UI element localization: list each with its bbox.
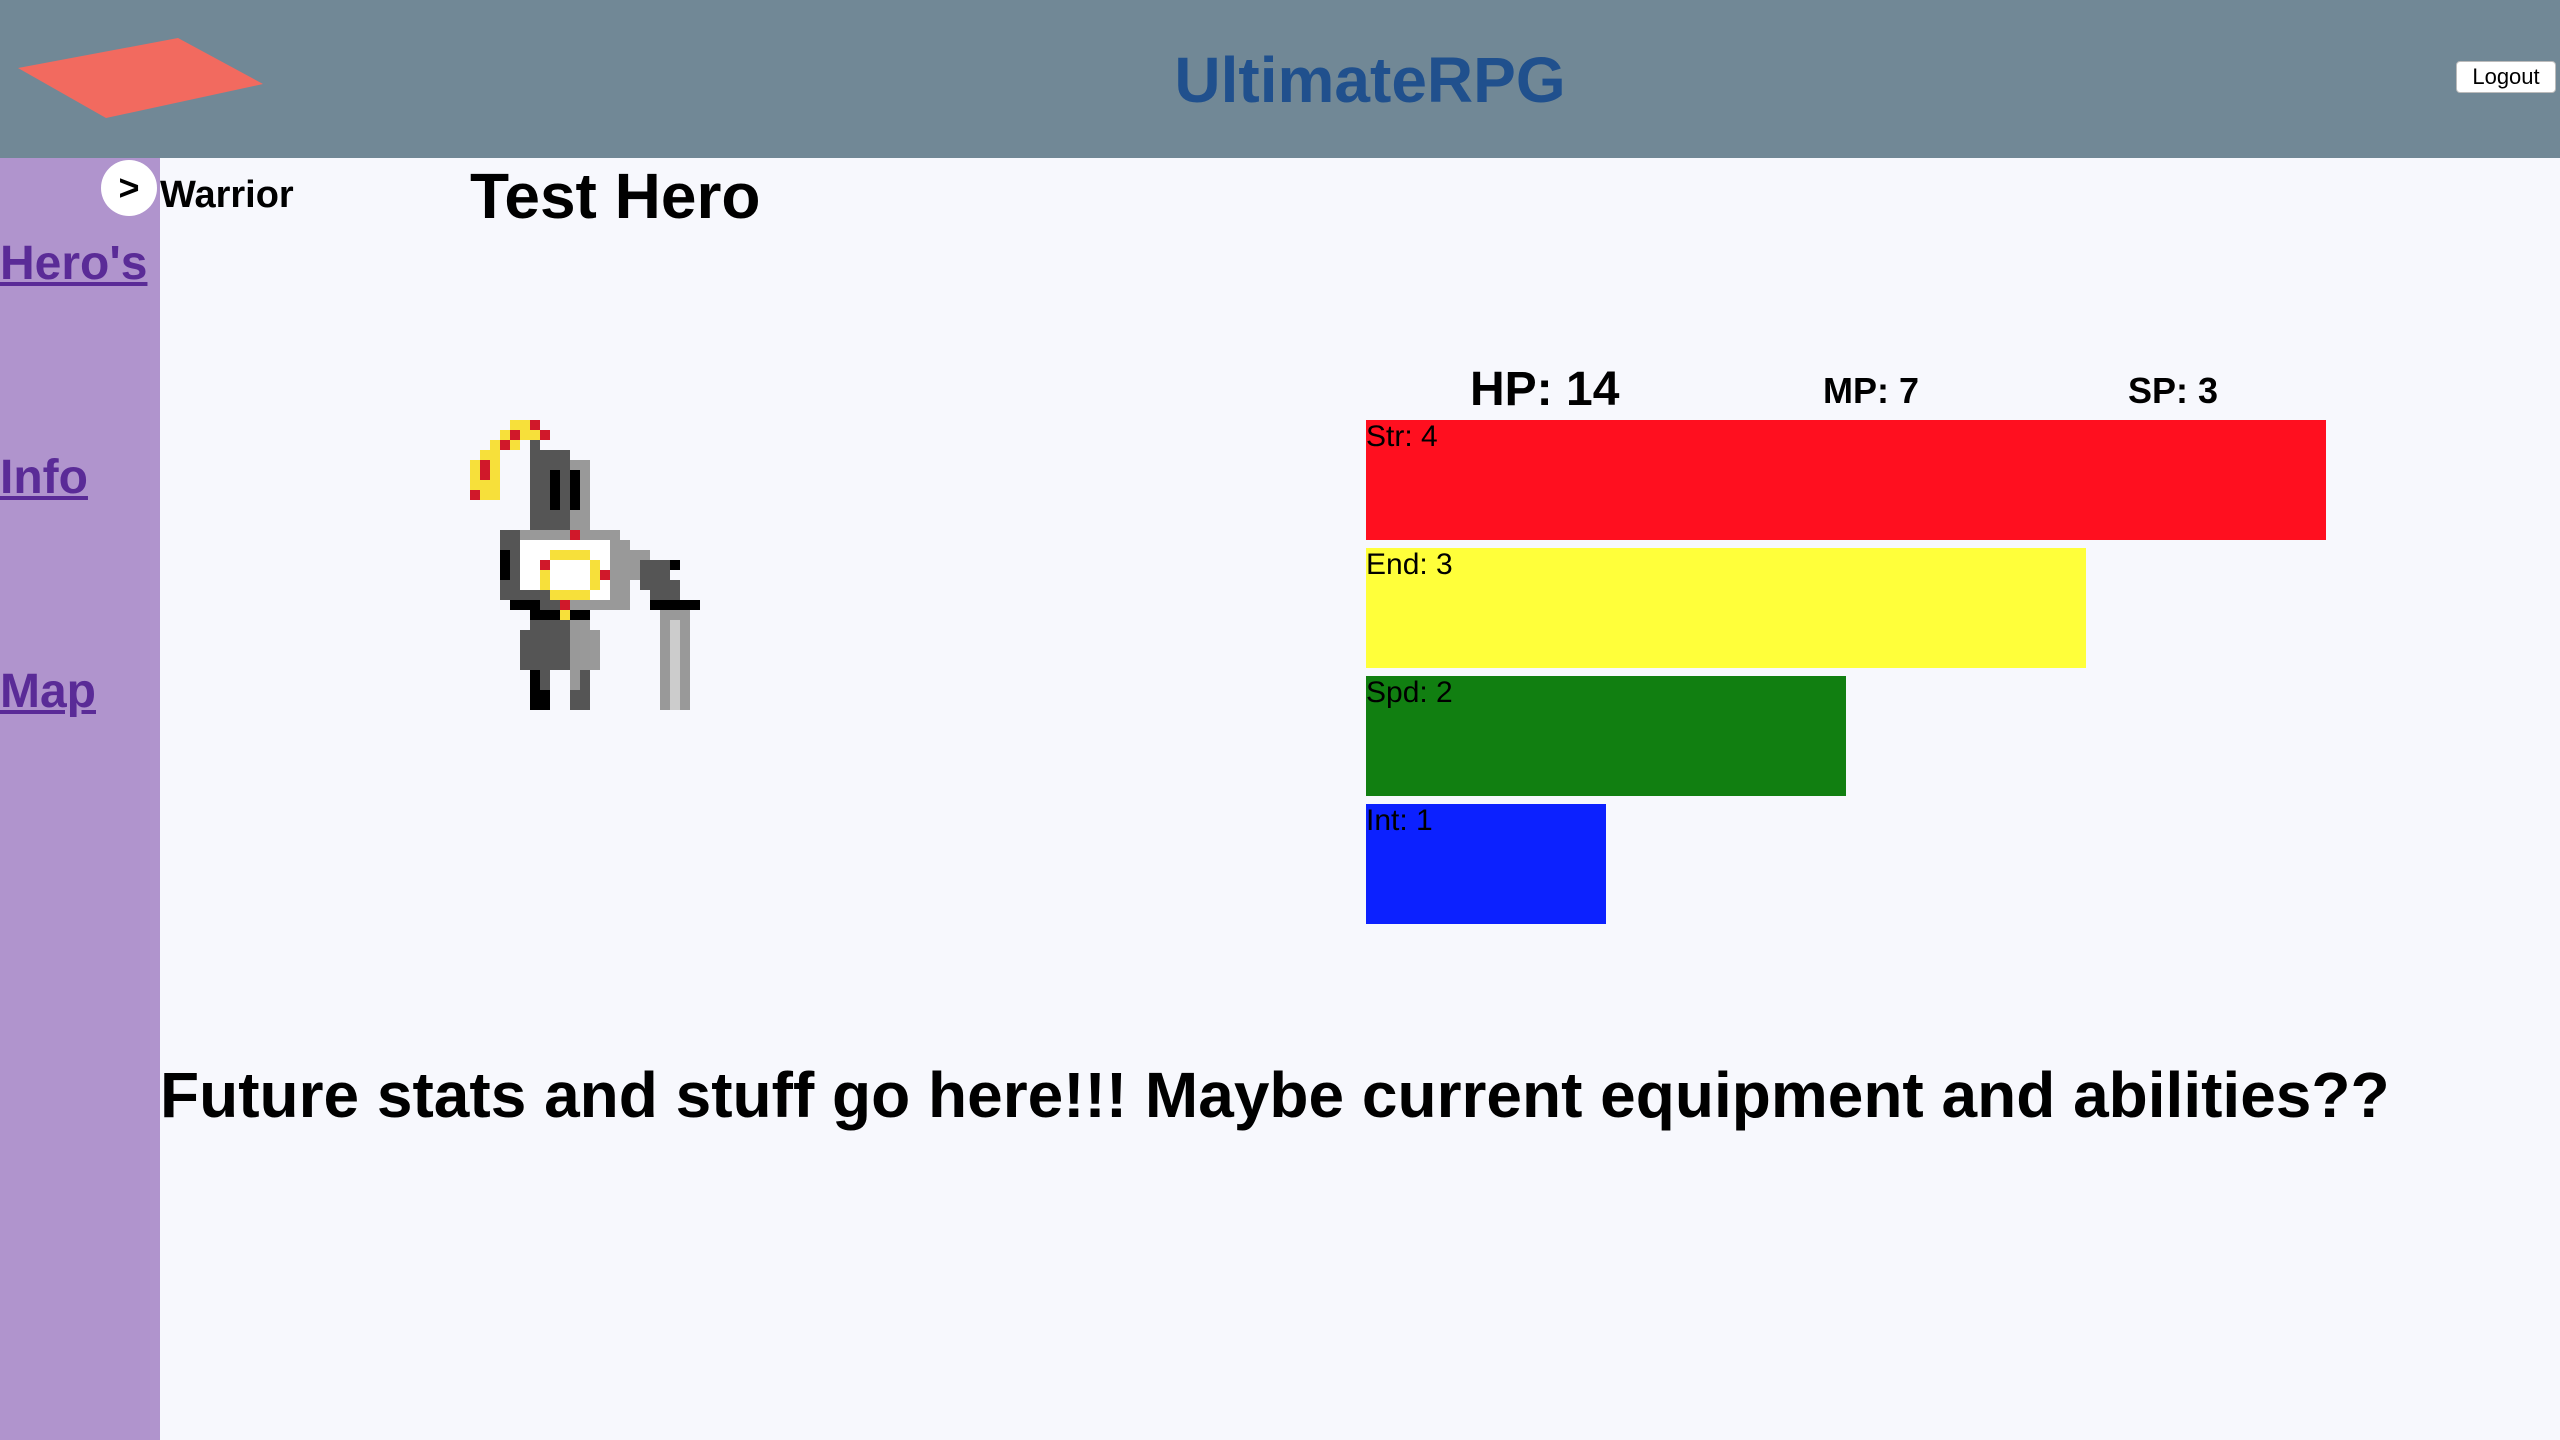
logout-button[interactable]: Logout xyxy=(2456,61,2556,93)
spd-bar-label: Spd: 2 xyxy=(1366,676,1453,709)
hp-stat: HP: 14 xyxy=(1470,363,1620,416)
warrior-sprite-icon xyxy=(470,420,700,710)
app-title: UltimateRPG xyxy=(1174,44,1566,116)
sidebar-item-info[interactable]: Info xyxy=(0,450,88,506)
sidebar-toggle-button[interactable]: > xyxy=(101,160,157,216)
sidebar-item-heros[interactable]: Hero's xyxy=(0,236,147,292)
mp-stat: MP: 7 xyxy=(1823,370,1920,411)
end-bar-label: End: 3 xyxy=(1366,548,1453,581)
future-stats-note: Future stats and stuff go here!!! Maybe … xyxy=(160,1059,2390,1131)
int-bar-label: Int: 1 xyxy=(1366,804,1433,837)
str-bar xyxy=(1366,420,2326,540)
hero-name: Test Hero xyxy=(470,160,761,232)
sidebar xyxy=(0,158,160,1440)
sp-stat: SP: 3 xyxy=(2128,370,2219,411)
hero-class-label: Warrior xyxy=(160,174,294,216)
sidebar-item-map[interactable]: Map xyxy=(0,664,96,720)
end-bar xyxy=(1366,548,2086,668)
str-bar-label: Str: 4 xyxy=(1366,420,1438,453)
header-bar: UltimateRPG Logout xyxy=(0,0,2560,158)
